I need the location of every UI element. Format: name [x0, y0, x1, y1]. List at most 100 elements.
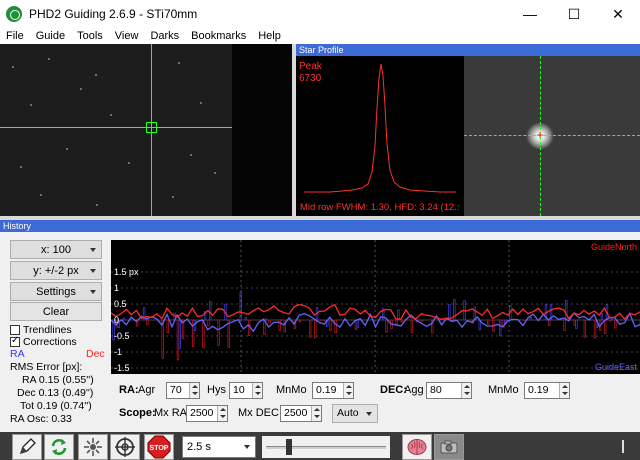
corrections-checkbox[interactable] — [10, 335, 20, 347]
x-scale-dropdown[interactable]: x: 100 — [10, 240, 102, 259]
chevron-down-icon — [90, 290, 96, 294]
spinner-arrows-icon[interactable] — [252, 383, 262, 398]
menu-darks[interactable]: Darks — [144, 30, 185, 42]
menu-bar: File Guide Tools View Darks Bookmarks He… — [0, 28, 640, 44]
guide-star-box — [146, 122, 157, 133]
mxra-label: Mx RA — [154, 407, 187, 419]
dec-aggression-spinner[interactable]: 80 — [426, 382, 472, 399]
menu-guide[interactable]: Guide — [30, 30, 71, 42]
spinner-arrows-icon[interactable] — [189, 383, 199, 398]
spinner-arrows-icon[interactable] — [217, 406, 227, 421]
y-scale-label: y: +/-2 px — [33, 264, 79, 277]
zoom-crosshair-horizontal — [464, 135, 640, 136]
window-title: PHD2 Guiding 2.6.9 - STi70mm — [29, 7, 198, 21]
guide-east-label: GuideEast — [595, 362, 638, 372]
maximize-button[interactable]: ☐ — [552, 0, 596, 28]
stop-button[interactable]: STOP — [144, 434, 174, 460]
history-graph: 1.5 px 1 0.5 0 -0.5 -1 -1.5 GuideNorth GuideEa… — [111, 240, 640, 374]
menu-file[interactable]: File — [0, 30, 30, 42]
window-controls: — ☐ ✕ — [508, 0, 640, 28]
star-profile-graph: Peak 6730 Mid row FWHM: 1.30, HFD: 3.24 … — [296, 56, 464, 216]
y-tick-label: 1.5 px — [114, 267, 139, 277]
spinner-arrows-icon[interactable] — [343, 383, 353, 398]
dec-minmove-spinner[interactable]: 0.19 — [524, 382, 570, 399]
camera-connect-button[interactable] — [12, 434, 42, 460]
spinner-arrows-icon[interactable] — [311, 406, 321, 421]
slider-thumb[interactable] — [286, 439, 292, 455]
y-scale-dropdown[interactable]: y: +/-2 px — [10, 261, 102, 280]
mxdec-label: Mx DEC — [238, 407, 279, 419]
gamma-slider[interactable] — [262, 436, 390, 458]
chevron-down-icon — [90, 269, 96, 273]
hys-label: Hys — [207, 384, 226, 396]
stop-icon: STOP — [147, 435, 171, 459]
agr-label: Agr — [138, 384, 156, 396]
settings-label: Settings — [36, 285, 76, 298]
x-scale-label: x: 100 — [41, 243, 71, 256]
phd2-app-icon — [6, 6, 22, 22]
chevron-down-icon — [366, 412, 372, 416]
camera-icon — [440, 440, 458, 454]
camera-frame-edge — [232, 44, 292, 216]
dec-legend: Dec — [86, 348, 105, 360]
menu-bookmarks[interactable]: Bookmarks — [185, 30, 252, 42]
agg-label: Agg — [404, 384, 424, 396]
camera-frame[interactable] — [0, 44, 232, 216]
guide-target-icon — [115, 437, 135, 457]
max-ra-duration-spinner[interactable]: 2500 — [186, 405, 228, 422]
profile-fwhm-readout: Mid row FWHM: 1.30, HFD: 3.24 (12.: — [300, 202, 460, 213]
max-dec-duration-spinner[interactable]: 2500 — [280, 405, 322, 422]
loop-exposure-button[interactable] — [44, 434, 74, 460]
ra-mnmo-label: MnMo — [276, 384, 307, 396]
auto-select-star-button[interactable] — [78, 434, 108, 460]
trendlines-checkbox[interactable] — [10, 325, 20, 335]
ra-minmove-spinner[interactable]: 0.19 — [312, 382, 354, 399]
dec-mode-select[interactable]: Auto — [332, 404, 378, 423]
y-tick-label: 0 — [114, 315, 119, 325]
auto-star-icon — [84, 438, 102, 456]
camera-settings-button[interactable] — [434, 434, 464, 460]
spinner-arrows-icon[interactable] — [559, 383, 569, 398]
clear-button[interactable]: Clear — [10, 302, 102, 321]
settings-dropdown[interactable]: Settings — [10, 282, 102, 301]
y-tick-label: -1.5 — [114, 363, 130, 373]
ra-aggression-spinner[interactable]: 70 — [166, 382, 200, 399]
phd2-window: PHD2 Guiding 2.6.9 - STi70mm — ☐ ✕ File … — [0, 0, 640, 460]
ra-legend: RA — [10, 348, 25, 360]
ra-series-line — [111, 311, 640, 333]
rms-ra: RA 0.15 (0.55'') — [22, 374, 94, 386]
rms-title: RMS Error [px]: — [10, 361, 83, 373]
rms-total: Tot 0.19 (0.74'') — [20, 400, 92, 412]
y-tick-label: -0.5 — [114, 331, 130, 341]
spinner-arrows-icon[interactable] — [461, 383, 471, 398]
pencil-icon — [19, 438, 36, 455]
chevron-down-icon — [90, 248, 96, 252]
close-button[interactable]: ✕ — [596, 0, 640, 28]
menu-view[interactable]: View — [109, 30, 145, 42]
y-tick-label: 1 — [114, 283, 119, 293]
chevron-down-icon — [244, 445, 250, 449]
slider-track — [266, 446, 386, 449]
ra-params-label: RA: — [119, 384, 139, 396]
dec-mnmo-label: MnMo — [488, 384, 519, 396]
ra-oscillation: RA Osc: 0.33 — [10, 413, 72, 425]
guide-button[interactable] — [110, 434, 140, 460]
menu-help[interactable]: Help — [252, 30, 287, 42]
y-tick-label: 0.5 — [114, 299, 127, 309]
menu-tools[interactable]: Tools — [71, 30, 109, 42]
ra-hysteresis-spinner[interactable]: 10 — [229, 382, 263, 399]
advanced-settings-button[interactable] — [402, 434, 432, 460]
minimize-button[interactable]: — — [508, 0, 552, 28]
guide-history-plot: 1.5 px 1 0.5 0 -0.5 -1 -1.5 GuideNorth GuideEa… — [111, 240, 640, 374]
star-profile-title: Star Profile — [296, 44, 640, 56]
y-tick-label: -1 — [114, 347, 122, 357]
corrections-checkbox-row[interactable]: Corrections — [10, 335, 77, 348]
exposure-duration-select[interactable]: 2.5 s — [182, 436, 256, 458]
corrections-label: Corrections — [23, 336, 77, 348]
dec-series-line — [111, 303, 640, 320]
star-zoom-image — [464, 56, 640, 216]
star-profile-curve — [304, 63, 456, 193]
centroid-marker-icon — [537, 132, 543, 138]
crosshair-horizontal — [0, 127, 232, 128]
rms-dec: Dec 0.13 (0.49'') — [17, 387, 94, 399]
